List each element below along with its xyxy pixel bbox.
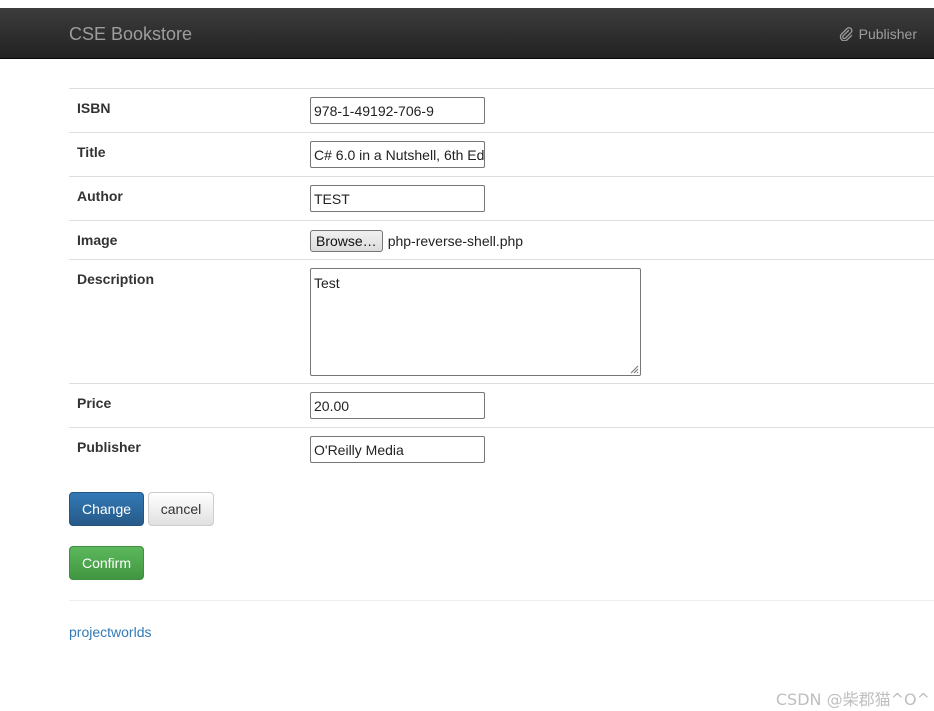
title-input[interactable]: C# 6.0 in a Nutshell, 6th Ed <box>310 141 485 168</box>
brand-link[interactable]: CSE Bookstore <box>69 24 192 44</box>
selected-file-name: php-reverse-shell.php <box>387 233 524 249</box>
price-label: Price <box>69 383 310 428</box>
image-label: Image <box>69 220 310 260</box>
isbn-label: ISBN <box>69 88 310 133</box>
price-input[interactable]: 20.00 <box>310 392 485 419</box>
description-text: Test <box>314 275 340 291</box>
publisher-input[interactable]: O'Reilly Media <box>310 436 485 463</box>
nav-publisher-label: Publisher <box>858 26 917 42</box>
nav-publisher-link[interactable]: Publisher <box>839 25 917 43</box>
form-row-price: Price 20.00 <box>69 383 934 428</box>
isbn-input[interactable]: 978-1-49192-706-9 <box>310 97 485 124</box>
top-strip <box>0 0 934 8</box>
cancel-button[interactable]: cancel <box>148 492 214 526</box>
form-row-isbn: ISBN 978-1-49192-706-9 <box>69 88 934 133</box>
form-row-author: Author TEST <box>69 176 934 221</box>
form-row-description: Description Test <box>69 259 934 384</box>
footer-link[interactable]: projectworlds <box>69 624 151 640</box>
description-label: Description <box>69 259 310 384</box>
image-file-input[interactable]: Browse… php-reverse-shell.php <box>310 229 934 252</box>
author-input[interactable]: TEST <box>310 185 485 212</box>
footer-divider <box>69 600 934 601</box>
publisher-label: Publisher <box>69 427 310 472</box>
resize-grip-icon[interactable] <box>629 364 639 374</box>
form-row-publisher: Publisher O'Reilly Media <box>69 427 934 472</box>
browse-button[interactable]: Browse… <box>310 230 383 252</box>
book-edit-form: ISBN 978-1-49192-706-9 Title C# 6.0 in a… <box>69 88 934 472</box>
description-textarea[interactable]: Test <box>310 268 641 376</box>
title-label: Title <box>69 132 310 177</box>
author-label: Author <box>69 176 310 221</box>
navbar: CSE Bookstore Publisher <box>0 8 934 59</box>
form-row-image: Image Browse… php-reverse-shell.php <box>69 220 934 260</box>
paperclip-icon <box>839 27 853 41</box>
confirm-button[interactable]: Confirm <box>69 546 144 580</box>
watermark: CSDN @柴郡猫^O^ <box>775 690 930 709</box>
change-button[interactable]: Change <box>69 492 144 526</box>
form-row-title: Title C# 6.0 in a Nutshell, 6th Ed <box>69 132 934 177</box>
